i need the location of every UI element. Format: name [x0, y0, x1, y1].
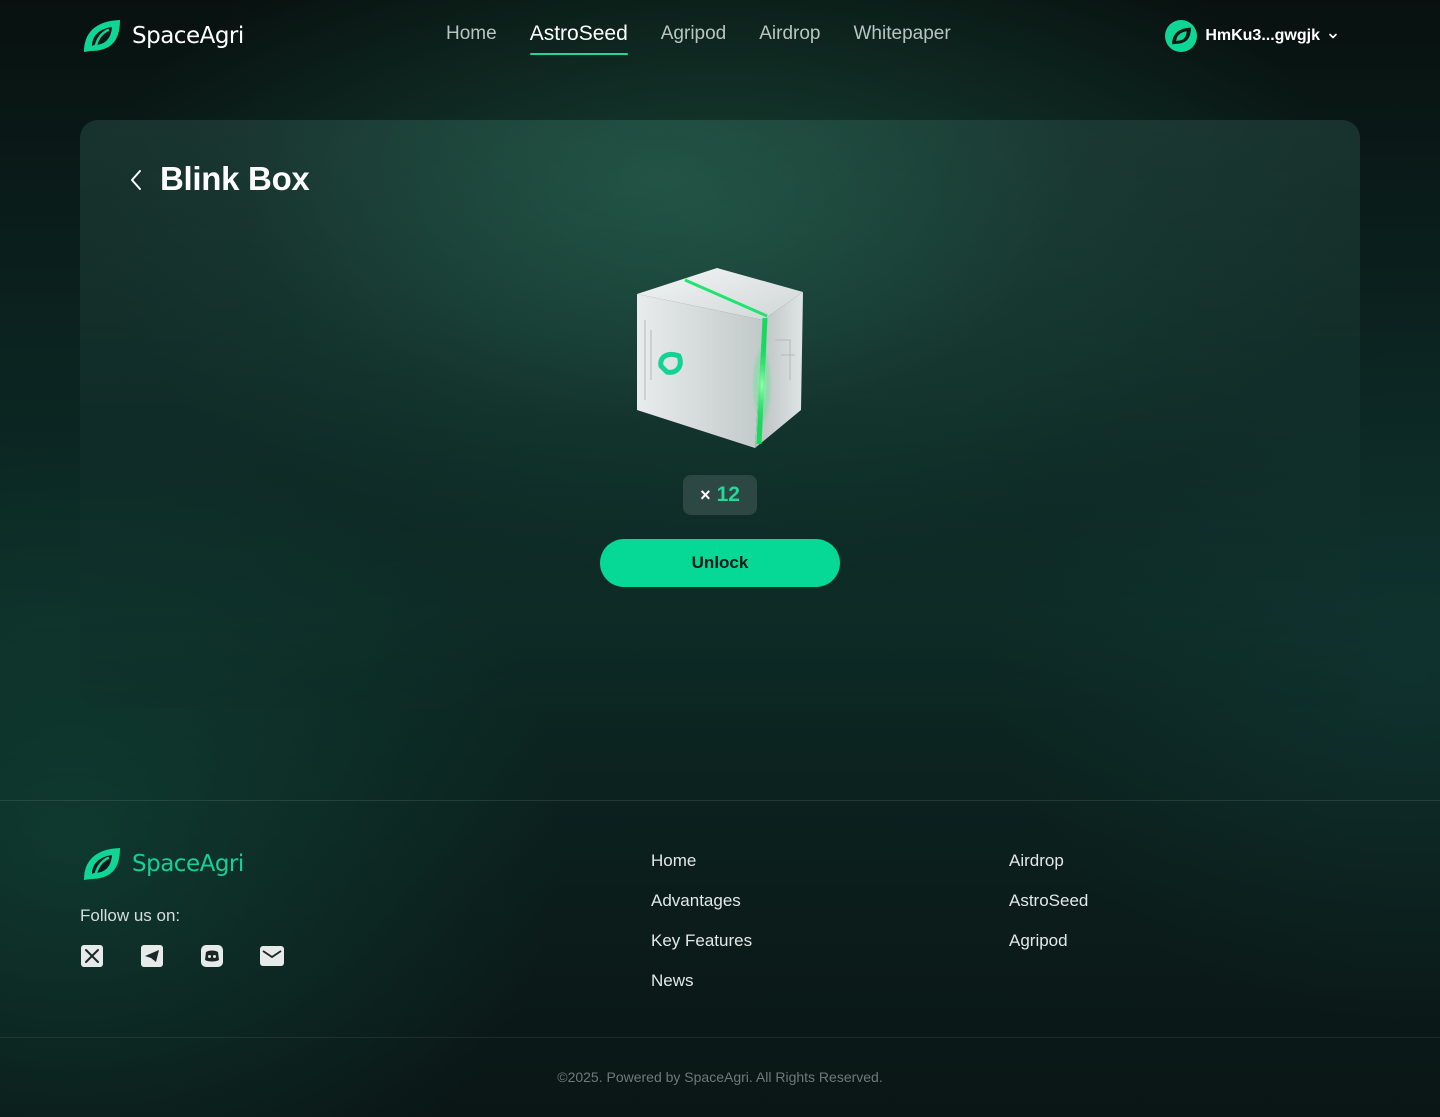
footer-link-home[interactable]: Home	[651, 850, 752, 871]
blink-box-image	[637, 268, 803, 448]
avatar	[1165, 20, 1198, 52]
brand-name: SpaceAgri	[132, 23, 244, 49]
footer-link-agripod[interactable]: Agripod	[1009, 930, 1088, 951]
telegram-link[interactable]	[140, 944, 164, 968]
social-links	[80, 944, 284, 968]
box-count: 12	[716, 483, 740, 506]
telegram-icon	[141, 945, 163, 967]
main-nav: Home AstroSeed Agripod Airdrop Whitepape…	[446, 22, 951, 55]
brand-logo[interactable]: SpaceAgri	[80, 18, 244, 54]
wallet-address: HmKu3...gwgjk	[1205, 27, 1320, 44]
top-navbar: SpaceAgri Home AstroSeed Agripod Airdrop…	[0, 0, 1440, 72]
copyright-text: ©2025. Powered by SpaceAgri. All Rights …	[557, 1069, 883, 1085]
footer-links-column-1: Home Advantages Key Features News	[651, 850, 752, 991]
footer-link-advantages[interactable]: Advantages	[651, 890, 752, 911]
blink-box-card: Blink Box × 12 Unlock	[80, 120, 1360, 708]
email-link[interactable]	[260, 944, 284, 968]
x-icon	[81, 945, 103, 967]
nav-whitepaper[interactable]: Whitepaper	[854, 22, 951, 52]
nav-astroseed[interactable]: AstroSeed	[529, 22, 628, 55]
spaceagri-logo-icon	[84, 20, 120, 52]
email-icon	[260, 946, 284, 966]
bottom-divider	[0, 1037, 1440, 1038]
footer-link-airdrop[interactable]: Airdrop	[1009, 850, 1088, 871]
footer-links-column-2: Airdrop AstroSeed Agripod	[1009, 850, 1088, 951]
discord-link[interactable]	[200, 944, 224, 968]
follow-label: Follow us on:	[80, 906, 181, 925]
back-button[interactable]	[126, 166, 146, 194]
nav-agripod[interactable]: Agripod	[661, 22, 727, 52]
discord-icon	[201, 945, 223, 967]
unlock-button[interactable]: Unlock	[600, 539, 840, 587]
footer-brand-logo[interactable]: SpaceAgri	[80, 846, 244, 882]
nav-airdrop[interactable]: Airdrop	[759, 22, 820, 52]
footer-divider	[0, 800, 1440, 801]
chevron-down-icon	[1329, 33, 1337, 39]
nav-home[interactable]: Home	[446, 22, 497, 52]
footer-link-news[interactable]: News	[651, 970, 752, 991]
spaceagri-logo-icon	[84, 848, 120, 880]
multiply-icon: ×	[700, 484, 711, 505]
footer-link-astroseed[interactable]: AstroSeed	[1009, 890, 1088, 911]
x-link[interactable]	[80, 944, 104, 968]
chevron-left-icon	[131, 170, 141, 190]
spaceagri-logo-icon	[1172, 27, 1192, 45]
footer-brand-name: SpaceAgri	[132, 851, 244, 877]
box-count-badge: × 12	[683, 475, 757, 515]
page-title: Blink Box	[160, 160, 310, 197]
footer-link-key-features[interactable]: Key Features	[651, 930, 752, 951]
account-menu[interactable]: HmKu3...gwgjk	[1165, 20, 1338, 52]
